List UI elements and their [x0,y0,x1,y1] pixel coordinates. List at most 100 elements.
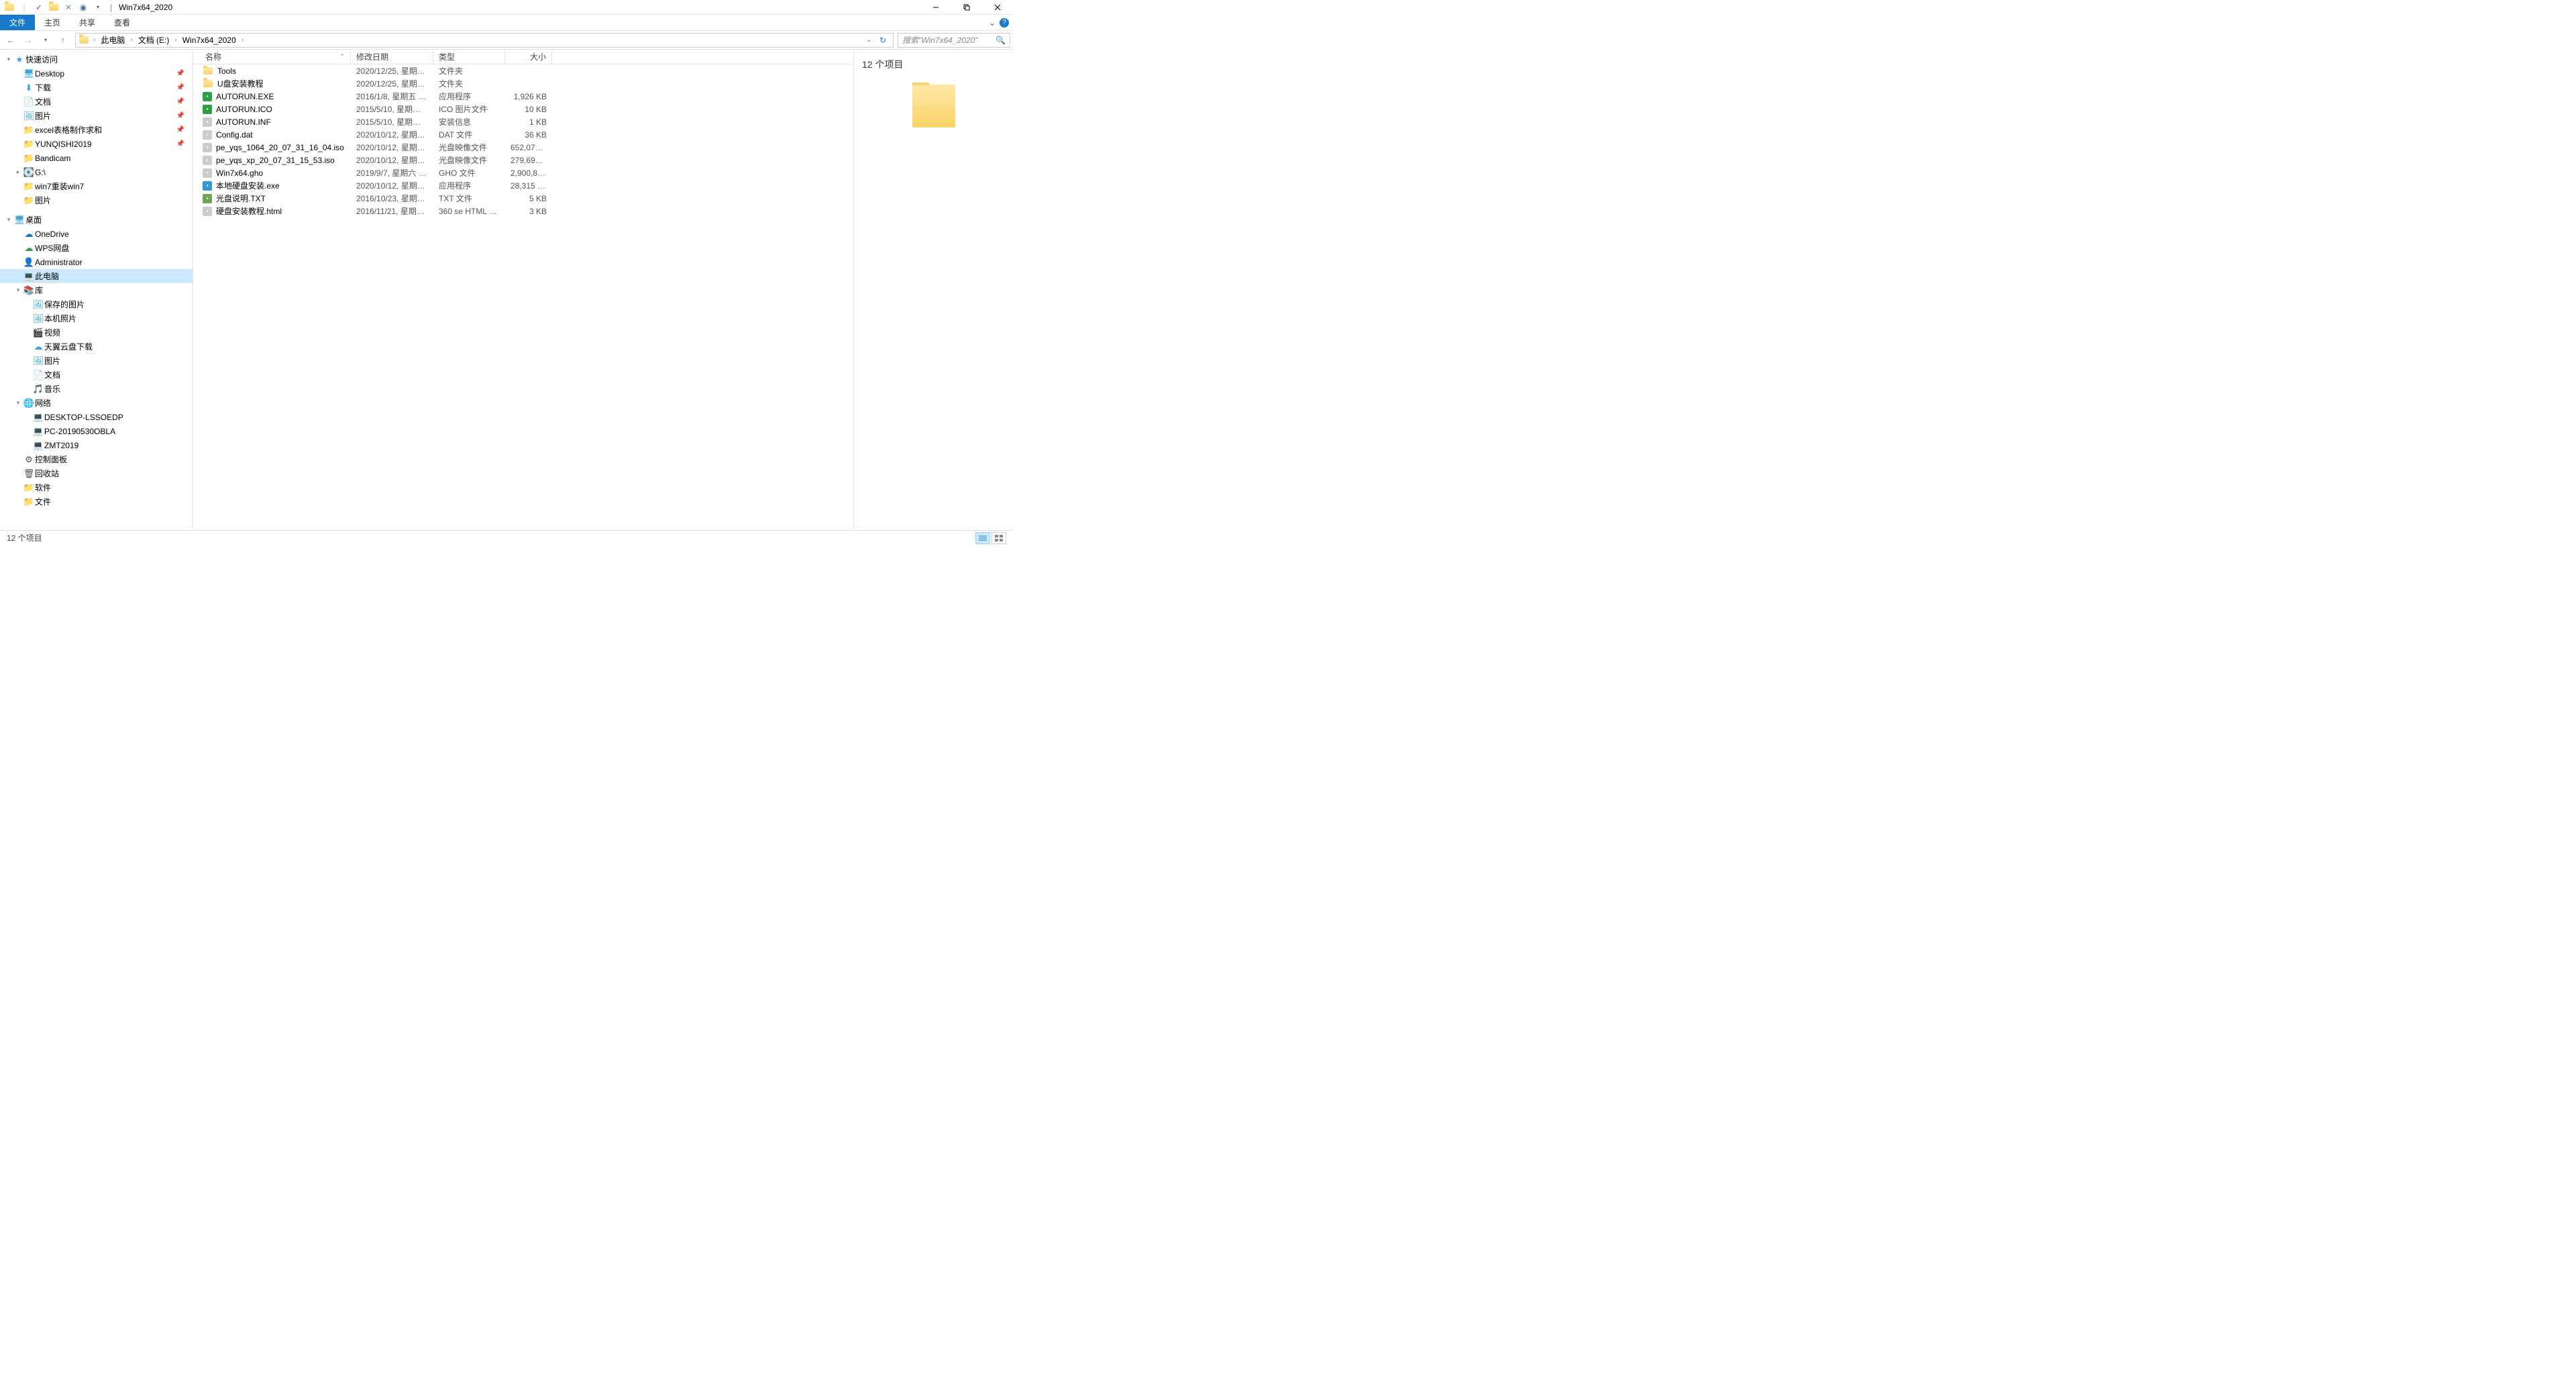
pin-icon: 📌 [176,126,189,134]
sidebar-item-3[interactable]: 📄文档📌 [0,95,193,109]
column-type[interactable]: 类型 [433,50,505,64]
file-row[interactable]: U盘安装教程2020/12/25, 星期五 1…文件夹 [193,77,853,90]
sidebar-item-11[interactable]: ▾🖥桌面 [0,213,193,227]
sidebar-item-0[interactable]: ▾★快速访问 [0,52,193,66]
statusbar: 12 个项目 [0,530,1013,545]
tree-toggle-icon[interactable]: ▾ [4,56,13,63]
sidebar-item-25[interactable]: 💻DESKTOP-LSSOEDP [0,410,193,424]
sidebar-item-14[interactable]: 👤Administrator [0,255,193,269]
address-dropdown-icon[interactable]: ⌄ [863,36,874,44]
file-row[interactable]: ▪pe_yqs_1064_20_07_31_16_04.iso2020/10/1… [193,141,853,154]
sidebar-item-27[interactable]: 💻ZMT2019 [0,438,193,452]
qat-separator: | [19,2,30,13]
sidebar-item-5[interactable]: 📁excel表格制作求和📌 [0,123,193,137]
sidebar-label: WPS网盘 [35,242,189,254]
file-row[interactable]: ▪AUTORUN.EXE2016/1/8, 星期五 04:…应用程序1,926 … [193,90,853,103]
sidebar-item-19[interactable]: 🎬视频 [0,325,193,340]
tree-toggle-icon[interactable]: ▾ [4,216,13,223]
sidebar-item-29[interactable]: 🗑回收站 [0,466,193,480]
column-name[interactable]: 名称 ⌃ [193,50,351,64]
refresh-button[interactable]: ↻ [875,36,890,45]
back-button[interactable]: ← [3,32,19,48]
folder-icon: 📁 [23,195,35,206]
file-row[interactable]: Tools2020/12/25, 星期五 1…文件夹 [193,64,853,77]
file-type: DAT 文件 [433,129,505,140]
sidebar-item-18[interactable]: 🖼本机照片 [0,311,193,325]
sidebar-item-17[interactable]: 🖼保存的图片 [0,297,193,311]
properties-icon[interactable]: ✓ [34,2,44,13]
sidebar-item-30[interactable]: 📁软件 [0,480,193,495]
sidebar-item-15[interactable]: 💻此电脑 [0,269,193,283]
file-size: 5 KB [505,194,552,203]
file-date: 2020/12/25, 星期五 1… [351,78,433,89]
file-row[interactable]: ▪光盘说明.TXT2016/10/23, 星期日 0…TXT 文件5 KB [193,192,853,205]
details-view-button[interactable] [975,532,990,544]
file-row[interactable]: ▪本地硬盘安装.exe2020/10/12, 星期一 1…应用程序28,315 … [193,179,853,192]
qat-dropdown-icon[interactable]: ▾ [93,2,103,13]
sidebar-label: 天翼云盘下载 [44,341,189,352]
thumbnails-view-button[interactable] [991,532,1006,544]
chevron-right-icon[interactable]: › [127,36,135,44]
sidebar-item-22[interactable]: 📄文档 [0,368,193,382]
sidebar-item-20[interactable]: ☁天翼云盘下载 [0,340,193,354]
chevron-right-icon[interactable]: › [239,36,246,44]
tab-file[interactable]: 文件 [0,15,35,30]
sidebar-item-12[interactable]: ☁OneDrive [0,227,193,241]
sidebar-label: 保存的图片 [44,299,189,310]
undo-icon[interactable]: ◉ [78,2,89,13]
maximize-button[interactable] [951,0,982,15]
ribbon-expand-icon[interactable]: ⌄ [989,18,996,28]
sidebar-item-21[interactable]: 🖼图片 [0,354,193,368]
recent-dropdown[interactable]: ▾ [38,32,54,48]
minimize-button[interactable] [920,0,951,15]
sidebar-label: 桌面 [25,214,189,225]
tree-toggle-icon[interactable]: ▸ [13,168,23,176]
sidebar-item-31[interactable]: 📁文件 [0,495,193,509]
chevron-right-icon[interactable]: › [91,36,98,44]
file-row[interactable]: ▪AUTORUN.ICO2015/5/10, 星期日 02…ICO 图片文件10… [193,103,853,115]
tree-toggle-icon[interactable]: ▾ [13,399,23,407]
crumb-1[interactable]: 文档 (E:) [137,34,171,46]
sidebar-item-7[interactable]: 📁Bandicam [0,151,193,165]
sidebar-item-1[interactable]: 🖥Desktop📌 [0,66,193,81]
column-date[interactable]: 修改日期 [351,50,433,64]
sidebar-item-10[interactable]: 📁图片 [0,193,193,207]
sidebar-item-9[interactable]: 📁win7重装win7 [0,179,193,193]
file-type: 应用程序 [433,91,505,102]
forward-button[interactable]: → [20,32,36,48]
file-row[interactable]: ▪pe_yqs_xp_20_07_31_15_53.iso2020/10/12,… [193,154,853,166]
chevron-right-icon[interactable]: › [172,36,179,44]
file-type: ICO 图片文件 [433,103,505,115]
sidebar-item-2[interactable]: ⬇下载📌 [0,81,193,95]
delete-icon[interactable]: ✕ [63,2,74,13]
sidebar-item-26[interactable]: 💻PC-20190530OBLA [0,424,193,438]
sidebar-item-8[interactable]: ▸💽G:\ [0,165,193,179]
crumb-2[interactable]: Win7x64_2020 [181,36,237,45]
tab-share[interactable]: 共享 [70,15,105,30]
pic-icon: 🖼 [23,111,35,121]
file-date: 2019/9/7, 星期六 19:… [351,167,433,178]
sidebar-item-24[interactable]: ▾🌐网络 [0,396,193,410]
search-input[interactable]: 搜索"Win7x64_2020" 🔍 [898,33,1010,48]
sidebar-item-13[interactable]: ☁WPS网盘 [0,241,193,255]
new-folder-icon[interactable] [48,2,59,13]
help-icon[interactable]: ? [1000,18,1009,28]
file-row[interactable]: ▪硬盘安装教程.html2016/11/21, 星期一 2…360 se HTM… [193,205,853,217]
file-row[interactable]: ▪Win7x64.gho2019/9/7, 星期六 19:…GHO 文件2,90… [193,166,853,179]
file-row[interactable]: ▪Config.dat2020/10/12, 星期一 1…DAT 文件36 KB [193,128,853,141]
sidebar-item-4[interactable]: 🖼图片📌 [0,109,193,123]
sidebar-item-6[interactable]: 📁YUNQISHI2019📌 [0,137,193,151]
breadcrumb[interactable]: › 此电脑 › 文档 (E:) › Win7x64_2020 › ⌄ ↻ [75,33,894,48]
crumb-0[interactable]: 此电脑 [99,34,126,46]
up-button[interactable]: ↑ [55,32,71,48]
sidebar-item-16[interactable]: ▾📚库 [0,283,193,297]
tree-toggle-icon[interactable]: ▾ [13,287,23,294]
tab-view[interactable]: 查看 [105,15,140,30]
file-size: 28,315 KB [505,181,552,191]
tab-home[interactable]: 主页 [35,15,70,30]
column-size[interactable]: 大小 [505,50,552,64]
file-row[interactable]: ▪AUTORUN.INF2015/5/10, 星期日 02…安装信息1 KB [193,115,853,128]
close-button[interactable] [982,0,1013,15]
sidebar-item-23[interactable]: 🎵音乐 [0,382,193,396]
sidebar-item-28[interactable]: ⚙控制面板 [0,452,193,466]
